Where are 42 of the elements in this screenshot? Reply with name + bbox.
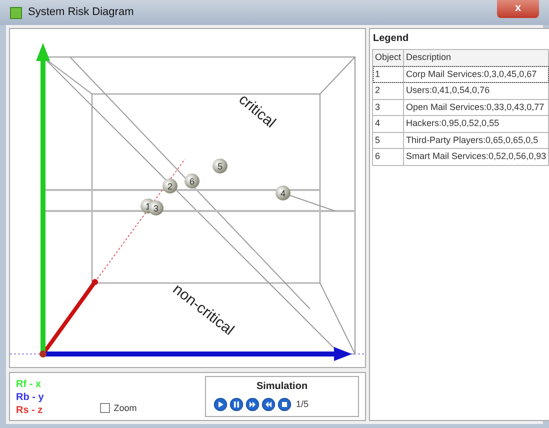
origin-dot (40, 350, 46, 358)
table-cell: 4 (372, 116, 404, 132)
simulation-title: Simulation (256, 380, 308, 394)
legend-title: Legend (372, 32, 410, 46)
window-title: System Risk Diagram (28, 5, 134, 20)
axis-key-label: Rb - y (16, 391, 44, 404)
object-ball[interactable]: 2 (162, 178, 178, 194)
forward-button[interactable] (246, 398, 259, 412)
table-cell: 6 (372, 148, 404, 165)
play-button[interactable] (214, 398, 227, 412)
table-cell: Users:0,41,0,54,0,76 (404, 82, 549, 99)
stop-button[interactable] (278, 398, 291, 412)
legend-row[interactable]: 4 Hackers:0,95,0,52,0,55 (372, 116, 549, 132)
pause-button[interactable] (230, 398, 243, 412)
app-icon (10, 6, 22, 18)
table-cell: 1 (372, 66, 404, 82)
legend-row[interactable]: 6 Smart Mail Services:0,52,0,56,0,93 (372, 148, 549, 165)
object-ball[interactable]: 5 (212, 158, 228, 174)
object-ball[interactable]: 6 (184, 174, 200, 188)
rewind-button[interactable] (262, 398, 275, 412)
zoom-checkbox[interactable] (100, 403, 110, 414)
legend-row[interactable]: 5 Third-Party Players:0,65,0,65,0,5 (372, 132, 549, 148)
column-header[interactable]: Object (372, 50, 404, 66)
legend-row[interactable]: 2 Users:0,41,0,54,0,76 (372, 82, 549, 99)
axis-key-label: Rs - z (16, 404, 44, 417)
object-ball[interactable]: 3 (148, 200, 164, 216)
zoom-label: Zoom (114, 402, 137, 414)
table-cell: Open Mail Services:0,33,0,43,0,77 (404, 99, 549, 116)
legend-row[interactable]: 1 Corp Mail Services:0,3,0,45,0,67 (372, 66, 549, 82)
close-button[interactable]: x (497, 0, 539, 18)
table-cell: Corp Mail Services:0,3,0,45,0,67 (404, 66, 549, 82)
axis-key-label: Rf - x (16, 378, 42, 391)
table-cell: 3 (372, 99, 404, 116)
step-counter: 1/5 (296, 398, 309, 411)
table-cell: 2 (372, 82, 404, 99)
object-ball[interactable]: 4 (276, 186, 290, 200)
column-header[interactable]: Description (404, 50, 549, 66)
table-cell: Third-Party Players:0,65,0,65,0,5 (404, 132, 549, 148)
legend-row[interactable]: 3 Open Mail Services:0,33,0,43,0,77 (372, 99, 549, 116)
table-cell: Smart Mail Services:0,52,0,56,0,93 (404, 148, 549, 165)
table-cell: Hackers:0,95,0,52,0,55 (404, 116, 549, 132)
table-cell: 5 (372, 132, 404, 148)
